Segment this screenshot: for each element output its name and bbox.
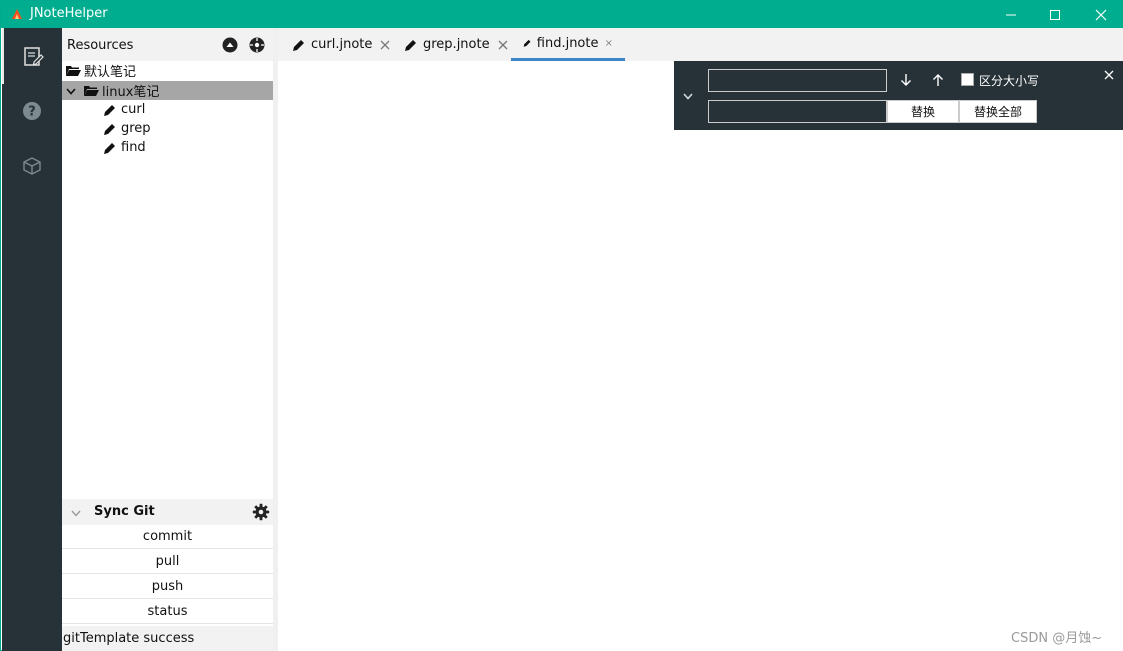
commit-button[interactable]: commit	[62, 525, 273, 549]
svg-text:?: ?	[28, 105, 36, 120]
status-message: gitTemplate success	[63, 631, 195, 646]
chevron-down-icon[interactable]	[65, 85, 77, 97]
folder-open-icon	[66, 65, 81, 76]
close-find-button[interactable]	[1100, 66, 1118, 84]
next-match-button[interactable]	[897, 71, 915, 89]
close-tab-icon[interactable]	[497, 39, 509, 51]
push-button[interactable]: push	[62, 575, 273, 599]
tree-label: 默认笔记	[84, 65, 137, 80]
tree-note-grep[interactable]: grep	[62, 119, 273, 138]
folder-open-icon	[84, 85, 99, 96]
find-replace-widget: 区分大小写 替换 替换全部	[674, 61, 1123, 130]
sync-git-title: Sync Git	[94, 504, 155, 519]
arrow-up-icon	[933, 74, 943, 86]
maximize-button[interactable]	[1032, 1, 1078, 28]
resources-title: Resources	[67, 38, 134, 53]
chevron-down-icon[interactable]	[70, 507, 82, 519]
status-message-bar: gitTemplate success	[62, 626, 273, 651]
close-tab-icon[interactable]	[605, 37, 613, 49]
match-case-label: 区分大小写	[979, 74, 1040, 88]
activity-bar: ?	[2, 28, 62, 651]
resources-header: Resources	[62, 28, 273, 61]
notes-edit-icon	[24, 47, 44, 66]
app-window: JNoteHelper ? Resources 默认笔记 linux笔记 cur…	[0, 0, 1123, 651]
title-bar: JNoteHelper	[1, 1, 1123, 28]
app-logo-icon	[12, 9, 22, 19]
tree-folder-linux[interactable]: linux笔记	[62, 81, 273, 100]
replace-input[interactable]	[708, 100, 887, 123]
pen-icon	[523, 39, 531, 47]
replace-button[interactable]: 替换	[887, 100, 959, 123]
close-icon	[1095, 9, 1107, 20]
sync-git-header[interactable]: Sync Git	[62, 499, 273, 525]
editor-tab-bar: curl.jnote grep.jnote find.jnote	[278, 28, 1123, 61]
tab-curl[interactable]: curl.jnote	[292, 28, 391, 61]
tab-label: curl.jnote	[311, 37, 373, 52]
collapse-up-icon[interactable]	[222, 37, 238, 53]
activity-help[interactable]: ?	[2, 83, 62, 139]
tab-label: find.jnote	[536, 35, 599, 51]
tree-label: find	[121, 140, 146, 155]
tree-note-curl[interactable]: curl	[62, 100, 273, 119]
window-title: JNoteHelper	[30, 6, 108, 21]
activity-plugins[interactable]	[2, 138, 62, 194]
pen-icon	[104, 104, 115, 116]
pen-icon	[104, 123, 115, 135]
gear-icon[interactable]	[252, 503, 270, 521]
help-circle-icon: ?	[23, 102, 41, 120]
status-button[interactable]: status	[62, 600, 273, 624]
resources-panel: Resources 默认笔记 linux笔记 curl grep find Sy…	[62, 28, 273, 651]
replace-all-button[interactable]: 替换全部	[959, 100, 1037, 123]
tree-label: curl	[121, 102, 146, 117]
close-button[interactable]	[1078, 1, 1123, 28]
tree-folder-default[interactable]: 默认笔记	[62, 61, 273, 80]
maximize-icon	[1050, 9, 1060, 20]
minimize-button[interactable]	[988, 1, 1034, 28]
tab-find[interactable]: find.jnote	[511, 28, 625, 61]
editor-area[interactable]	[278, 61, 1123, 651]
tree-note-find[interactable]: find	[62, 138, 273, 157]
cube-icon	[23, 157, 41, 175]
find-input[interactable]	[708, 69, 887, 92]
tab-label: grep.jnote	[423, 37, 490, 52]
toggle-replace-button[interactable]	[679, 87, 697, 105]
match-case-checkbox[interactable]	[961, 73, 974, 86]
chevron-down-icon	[683, 93, 693, 100]
arrow-down-icon	[901, 74, 911, 86]
pull-button[interactable]: pull	[62, 550, 273, 574]
locate-icon[interactable]	[249, 37, 265, 53]
close-icon	[1104, 70, 1114, 80]
watermark-text: CSDN @月蚀~	[1011, 631, 1103, 646]
activity-notes[interactable]	[2, 28, 62, 84]
pen-icon	[293, 39, 304, 51]
previous-match-button[interactable]	[929, 71, 947, 89]
pen-icon	[104, 142, 115, 154]
tree-label: grep	[121, 121, 151, 136]
close-tab-icon[interactable]	[379, 39, 391, 51]
minimize-icon	[1006, 14, 1016, 15]
tree-label: linux笔记	[102, 85, 160, 100]
pen-icon	[405, 39, 416, 51]
tab-grep[interactable]: grep.jnote	[404, 28, 509, 61]
